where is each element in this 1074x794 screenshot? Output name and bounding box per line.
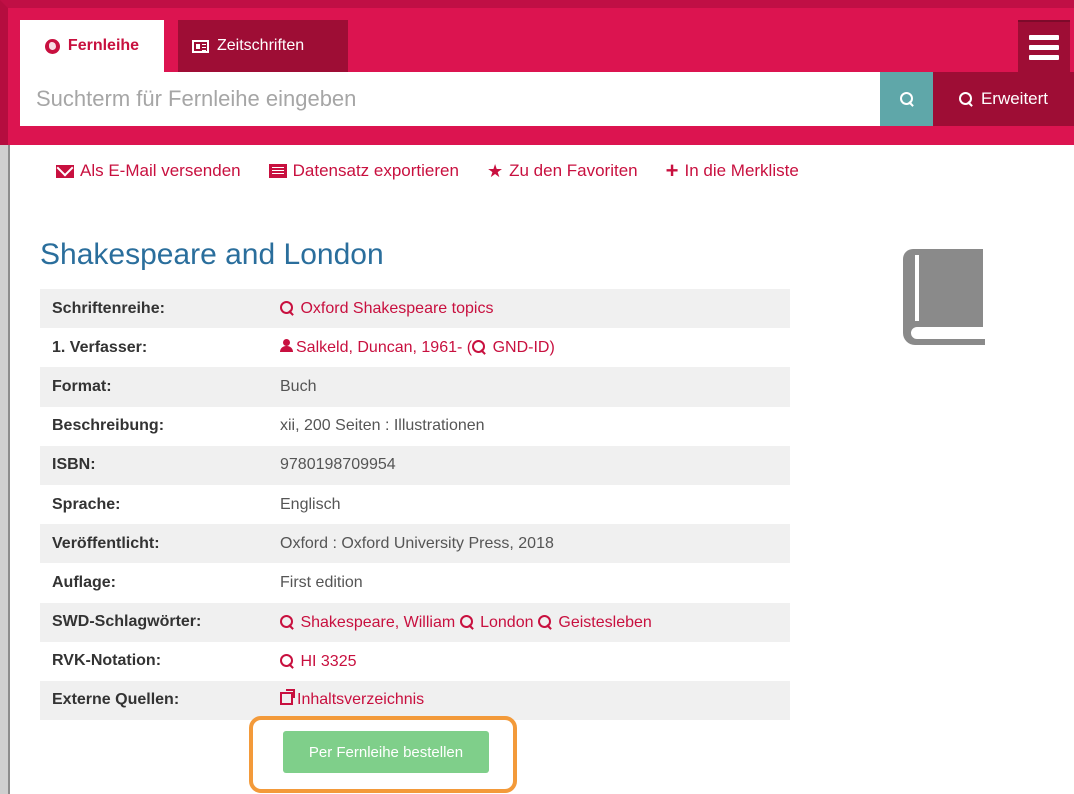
record-title: Shakespeare and London: [40, 238, 384, 271]
subject-link-label: London: [480, 613, 534, 631]
rvk-link[interactable]: HI 3325: [280, 653, 357, 670]
tab-zeitschriften[interactable]: Zeitschriften: [178, 20, 348, 72]
table-row: RVK-Notation: HI 3325: [40, 642, 790, 681]
field-label: Auflage:: [52, 573, 116, 591]
star-icon: ★: [486, 161, 504, 181]
tab-fernleihe[interactable]: Fernleihe: [20, 20, 164, 72]
field-value: First edition: [280, 573, 363, 591]
menu-button[interactable]: [1018, 20, 1070, 72]
field-value: 9780198709954: [280, 456, 396, 474]
subject-link-label: Geistesleben: [558, 613, 652, 631]
hamburger-icon-bar: [1029, 44, 1059, 50]
envelope-icon: [56, 164, 74, 178]
subject-link[interactable]: Geistesleben: [537, 613, 652, 631]
field-value: Oxford Shakespeare topics: [280, 289, 790, 328]
table-row: Schriftenreihe: Oxford Shakespeare topic…: [40, 289, 790, 329]
search-icon: [899, 92, 914, 106]
table-row: Auflage: First edition: [40, 563, 790, 602]
email-link[interactable]: Als E-Mail versenden: [56, 160, 241, 182]
newspaper-icon: [192, 39, 209, 53]
search-icon: [537, 614, 552, 629]
watchlist-link[interactable]: + In die Merkliste: [666, 160, 799, 182]
subject-link-label: Shakespeare, William: [300, 613, 456, 631]
series-link-label: Oxford Shakespeare topics: [300, 300, 494, 318]
tab-label: Zeitschriften: [217, 37, 305, 54]
export-link-label: Datensatz exportieren: [292, 161, 459, 180]
toc-link[interactable]: Inhaltsverzeichnis: [280, 689, 425, 709]
author-link-label: Salkeld, Duncan, 1961- (: [296, 339, 473, 357]
field-label: RVK-Notation:: [52, 652, 162, 670]
list-icon: [268, 164, 287, 178]
author-link[interactable]: Salkeld, Duncan, 1961- (: [280, 339, 472, 356]
field-value: xii, 200 Seiten : Illustrationen: [280, 417, 485, 435]
globe-icon: [44, 38, 60, 54]
watchlist-link-label: In die Merkliste: [684, 161, 799, 180]
table-row: Beschreibung: xii, 200 Seiten : Illustra…: [40, 407, 790, 446]
favorites-link-label: Zu den Favoriten: [509, 161, 638, 180]
table-row: Format: Buch: [40, 367, 790, 407]
field-value: Shakespeare, William London Geistesleben: [280, 603, 790, 642]
table-row: 1. Verfasser: Salkeld, Duncan, 1961- ( G…: [40, 328, 790, 367]
field-value: Oxford : Oxford University Press, 2018: [280, 534, 554, 552]
search-icon: [280, 301, 294, 315]
search-button[interactable]: [880, 72, 933, 126]
table-row: Veröffentlicht: Oxford : Oxford Universi…: [40, 524, 790, 564]
field-label: Sprache:: [52, 495, 121, 513]
record-actions: Als E-Mail versenden Datensatz exportier…: [56, 160, 799, 182]
field-label: Veröffentlicht:: [52, 534, 160, 552]
external-link-icon: [280, 689, 295, 706]
hamburger-icon-bar: [1029, 54, 1059, 60]
table-row: Externe Quellen: Inhaltsverzeichnis: [40, 680, 790, 721]
field-label: SWD-Schlagwörter:: [52, 613, 202, 631]
search-icon: [472, 340, 486, 354]
field-label: ISBN:: [52, 456, 96, 474]
field-label: Externe Quellen:: [52, 691, 180, 709]
gnd-link[interactable]: GND-ID: [472, 339, 549, 356]
order-interlibrary-loan-button[interactable]: Per Fernleihe bestellen: [283, 731, 489, 773]
record-details-table: Schriftenreihe: Oxford Shakespeare topic…: [40, 289, 790, 721]
field-label: Schriftenreihe:: [52, 299, 165, 317]
field-label: Beschreibung:: [52, 417, 165, 435]
user-icon: [280, 339, 293, 353]
search-icon: [280, 614, 294, 629]
author-close-paren: ): [549, 339, 555, 357]
table-row: Sprache: Englisch: [40, 485, 790, 524]
field-value: Inhaltsverzeichnis: [280, 681, 790, 720]
zoom-icon: [958, 92, 973, 106]
toc-link-label: Inhaltsverzeichnis: [297, 691, 425, 709]
favorites-link[interactable]: ★ Zu den Favoriten: [487, 160, 638, 182]
left-border: [0, 145, 10, 794]
search-icon: [459, 614, 474, 629]
table-row: SWD-Schlagwörter: Shakespeare, William L…: [40, 602, 790, 642]
rvk-link-label: HI 3325: [300, 652, 357, 670]
header-bar: Fernleihe Zeitschriften Erweitert: [0, 0, 1074, 145]
search-bar: Erweitert: [20, 72, 1074, 126]
series-link[interactable]: Oxford Shakespeare topics: [280, 300, 493, 317]
plus-icon: +: [665, 158, 679, 183]
export-link[interactable]: Datensatz exportieren: [268, 160, 459, 182]
field-value: Englisch: [280, 495, 341, 513]
field-value: Buch: [280, 377, 317, 395]
field-label: Format:: [52, 377, 112, 395]
advanced-search-button[interactable]: Erweitert: [933, 72, 1074, 126]
field-label: 1. Verfasser:: [52, 338, 148, 356]
gnd-link-label: GND-ID: [492, 339, 550, 357]
book-icon: [903, 249, 985, 345]
table-row: ISBN: 9780198709954: [40, 445, 790, 485]
search-tabs: Fernleihe Zeitschriften: [20, 20, 348, 72]
field-value: Salkeld, Duncan, 1961- ( GND-ID): [280, 328, 790, 367]
search-input[interactable]: [20, 72, 880, 126]
field-value: HI 3325: [280, 642, 790, 681]
search-icon: [280, 653, 294, 668]
email-link-label: Als E-Mail versenden: [80, 161, 241, 180]
subject-link[interactable]: Shakespeare, William: [280, 614, 455, 631]
tab-label: Fernleihe: [67, 37, 140, 54]
advanced-search-label: Erweitert: [980, 89, 1049, 108]
subject-link[interactable]: London: [459, 613, 534, 631]
hamburger-icon: [1029, 34, 1059, 40]
